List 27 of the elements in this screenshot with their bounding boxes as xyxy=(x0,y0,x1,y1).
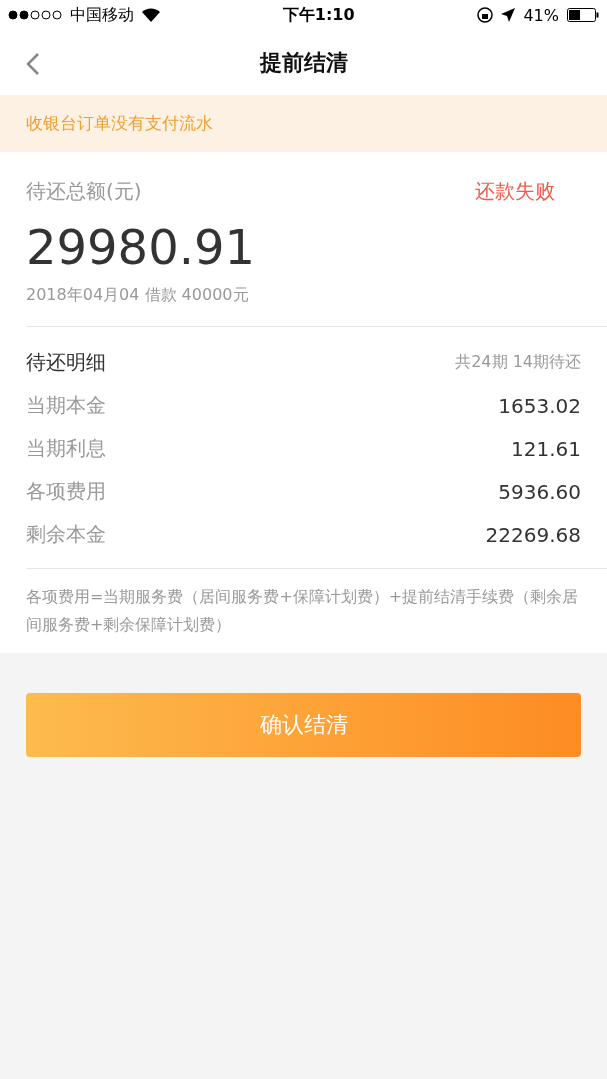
payment-status: 还款失败 xyxy=(475,178,555,205)
clock: 下午1:10 xyxy=(282,4,355,26)
fee-note: 各项费用=当期服务费（居间服务费+保障计划费）+提前结清手续费（剩余居间服务费+剩余保障计划费） xyxy=(25,586,580,636)
detail-value: 121.61 xyxy=(511,436,581,461)
total-amount: 29980.91 xyxy=(26,219,257,275)
details-title: 待还明细 xyxy=(26,349,106,376)
confirm-button[interactable]: 确认结清 xyxy=(26,693,581,757)
location-arrow-icon xyxy=(501,8,516,22)
carrier: 中国移动 xyxy=(70,4,134,26)
back-chevron-icon xyxy=(26,52,40,76)
wifi-icon xyxy=(142,8,160,22)
alert-message: 收银台订单没有支付流水 xyxy=(26,112,213,135)
detail-value: 22269.68 xyxy=(485,522,581,547)
detail-label: 当期利息 xyxy=(26,435,106,462)
total-label: 待还总额(元) xyxy=(26,178,142,205)
detail-label: 当期本金 xyxy=(26,392,106,419)
signal-icon xyxy=(8,10,62,20)
loan-info: 2018年04月04 借款 40000元 xyxy=(26,285,249,304)
detail-value: 1653.02 xyxy=(498,393,581,418)
battery-percentage: 41% xyxy=(523,5,559,25)
detail-label: 剩余本金 xyxy=(26,521,106,548)
battery-icon xyxy=(567,8,599,22)
lock-rotation-icon xyxy=(477,7,494,23)
page-title: 提前结清 xyxy=(259,48,348,77)
detail-value: 5936.60 xyxy=(498,479,581,504)
detail-label: 各项费用 xyxy=(26,478,106,505)
period-count: 共24期 14期待还 xyxy=(455,352,581,373)
